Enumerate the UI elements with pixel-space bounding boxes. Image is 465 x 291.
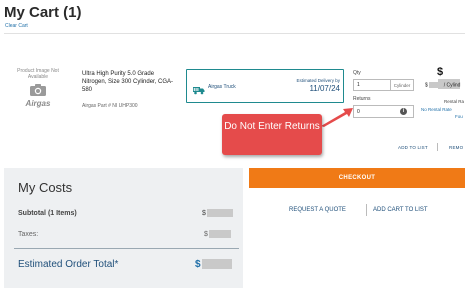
callout-note: Do Not Enter Returns (222, 114, 322, 155)
unit-price-suffix: / Cylind (443, 82, 461, 89)
divider (366, 204, 367, 216)
checkout-button[interactable]: CHECKOUT (249, 168, 465, 188)
qty-input[interactable] (353, 79, 391, 91)
redacted-taxes (208, 230, 231, 238)
taxes-currency: $ (204, 230, 208, 238)
clear-cart-link[interactable]: Clear Cart (5, 23, 28, 29)
subtotal-currency: $ (202, 209, 206, 217)
remove-link[interactable]: REMO (449, 145, 463, 150)
my-costs-title: My Costs (18, 180, 73, 195)
taxes-value: $ (204, 230, 231, 238)
subtotal-label: Subtotal (1 Items) (18, 210, 77, 217)
brand-logo: Airgas (25, 99, 51, 108)
qty-unit: Cylinder (391, 79, 414, 91)
subtotal-value: $ (202, 209, 233, 217)
add-to-list-link[interactable]: ADD TO LIST (398, 145, 428, 150)
page-title: My Cart (1) (4, 4, 82, 21)
rental-rate-status: No Rental Rate (421, 107, 452, 112)
estimated-total-currency: $ (195, 259, 201, 270)
rental-rate-label: Rental Ra (444, 99, 465, 104)
callout-arrow-icon (321, 108, 353, 127)
product-name[interactable]: Ultra High Purity 5.0 Grade Nitrogen, Si… (82, 70, 174, 94)
estimated-total-label: Estimated Order Total* (18, 259, 119, 270)
redacted-unit-price (428, 82, 443, 88)
returns-label: Returns (353, 96, 371, 102)
redacted-subtotal (206, 209, 233, 217)
estimated-total-value: $ (195, 259, 232, 270)
request-quote-link[interactable]: REQUEST A QUOTE (289, 207, 346, 213)
my-costs-panel: My Costs Subtotal (1 Items) $ Taxes: $ E… (4, 168, 243, 288)
info-icon[interactable]: i (400, 108, 407, 115)
header-divider (4, 33, 465, 34)
qty-label: Qty (353, 70, 361, 76)
product-image-placeholder-text: Product Image Not Available (17, 68, 59, 80)
redacted-estimated-total (201, 259, 232, 270)
part-number: Airgas Part # NI UHP300 (82, 103, 138, 109)
costs-divider (14, 248, 239, 249)
product-image: Product Image Not Available Airgas (14, 68, 62, 122)
estimated-delivery-label: Estimated Delivery by (296, 78, 340, 83)
add-cart-to-list-link[interactable]: ADD CART TO LIST (373, 207, 428, 213)
truck-icon (193, 82, 205, 95)
taxes-label: Taxes: (18, 231, 39, 238)
delivery-method: Airgas Truck (208, 84, 236, 90)
estimated-delivery-date: 11/07/24 (309, 84, 340, 93)
unit-price-currency: $ (425, 82, 428, 89)
rental-rate-found: Fou (455, 114, 463, 119)
divider (437, 143, 438, 151)
delivery-option[interactable]: Airgas Truck Estimated Delivery by 11/07… (186, 69, 344, 103)
item-price-currency: $ (437, 66, 444, 78)
unit-price: $ / Cylind (425, 82, 460, 88)
camera-icon (29, 83, 47, 97)
